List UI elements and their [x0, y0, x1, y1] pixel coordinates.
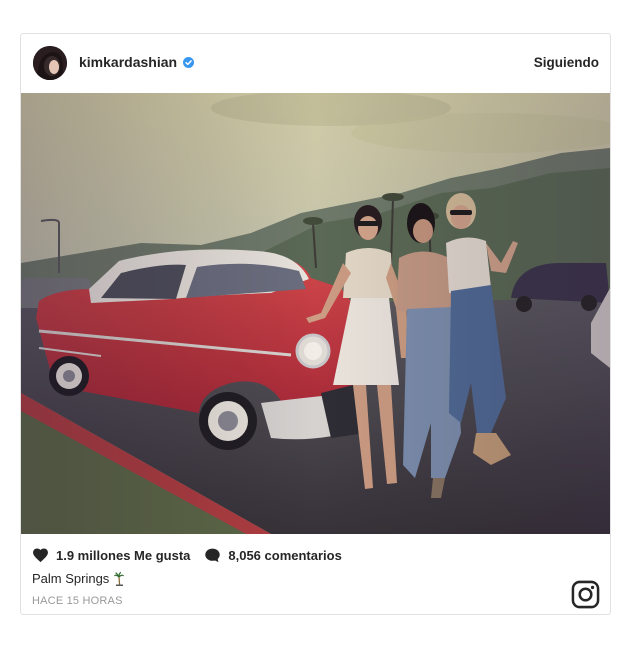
username-row: kimkardashian [79, 54, 195, 70]
verified-badge-icon [183, 56, 195, 68]
instagram-icon[interactable] [571, 580, 600, 609]
post-timestamp[interactable]: HACE 15 HORAS [32, 595, 123, 607]
post-caption: Palm Springs [32, 571, 125, 586]
following-button[interactable]: Siguiendo [534, 55, 599, 70]
post-stats: 1.9 millones Me gusta 8,056 comentarios [32, 547, 342, 563]
instagram-embed-card: kimkardashian Siguiendo 1.9 millones Me … [20, 33, 611, 615]
username[interactable]: kimkardashian [79, 54, 177, 70]
post-header: kimkardashian Siguiendo [21, 34, 610, 93]
comments-count[interactable]: 8,056 comentarios [228, 548, 341, 563]
heart-icon[interactable] [32, 547, 49, 563]
palm-tree-icon [114, 571, 125, 586]
avatar[interactable] [33, 46, 67, 80]
comment-icon[interactable] [204, 547, 221, 563]
post-photo[interactable] [21, 93, 610, 534]
likes-count[interactable]: 1.9 millones Me gusta [56, 548, 190, 563]
caption-text: Palm Springs [32, 571, 110, 586]
